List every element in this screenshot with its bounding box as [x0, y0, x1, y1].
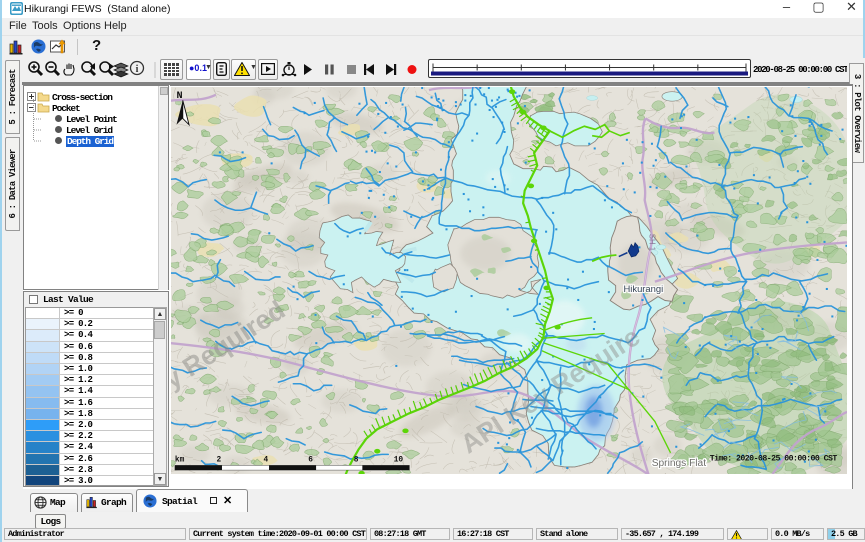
- svg-text:SH 1: SH 1: [647, 234, 656, 251]
- svg-text:4: 4: [264, 455, 269, 464]
- svg-text:Hikurangi: Hikurangi: [623, 283, 663, 294]
- svg-text:Time: 2020-08-25 00:00:00 CST: Time: 2020-08-25 00:00:00 CST: [710, 454, 838, 464]
- svg-text:10: 10: [394, 455, 404, 464]
- svg-text:i: i: [136, 64, 139, 75]
- svg-text:8: 8: [354, 455, 359, 464]
- svg-text:km: km: [175, 455, 185, 464]
- svg-text:2: 2: [216, 455, 221, 464]
- svg-text:6: 6: [308, 455, 313, 464]
- svg-text:Springs Flat: Springs Flat: [652, 458, 706, 469]
- svg-text:N: N: [176, 91, 182, 102]
